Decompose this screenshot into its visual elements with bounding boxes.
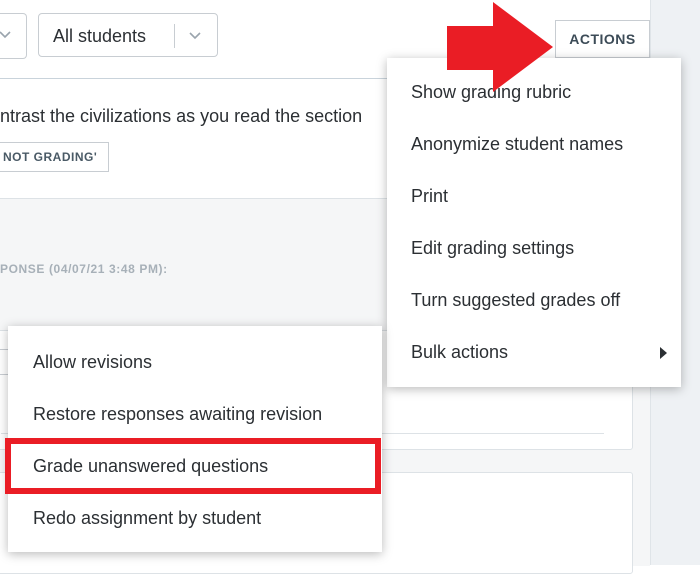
menu-item-print[interactable]: Print xyxy=(411,186,448,207)
grading-badge: NOT GRADING' xyxy=(0,142,109,172)
menu-item-redo-assignment-by-student[interactable]: Redo assignment by student xyxy=(33,508,261,529)
menu-item-turn-suggested-grades-off[interactable]: Turn suggested grades off xyxy=(411,290,620,311)
response-timestamp-label: PONSE (04/07/21 3:48 PM): xyxy=(0,262,168,276)
assignment-instruction: ntrast the civilizations as you read the… xyxy=(0,106,363,126)
chevron-down-icon xyxy=(0,27,12,46)
menu-item-edit-grading-settings[interactable]: Edit grading settings xyxy=(411,238,574,259)
menu-item-anonymize-student-names[interactable]: Anonymize student names xyxy=(411,134,623,155)
actions-button[interactable]: ACTIONS xyxy=(555,20,650,58)
caret-right-icon xyxy=(660,347,667,359)
chevron-down-icon xyxy=(187,27,203,48)
class-select[interactable] xyxy=(0,13,27,59)
student-filter-select[interactable]: All students xyxy=(38,13,218,57)
highlight-annotation xyxy=(5,438,381,494)
menu-item-bulk-actions[interactable]: Bulk actions xyxy=(411,342,508,363)
student-filter-value: All students xyxy=(53,26,147,46)
actions-menu: Show grading rubric Anonymize student na… xyxy=(387,58,681,387)
menu-item-restore-responses[interactable]: Restore responses awaiting revision xyxy=(33,404,322,425)
menu-item-allow-revisions[interactable]: Allow revisions xyxy=(33,352,152,373)
select-divider xyxy=(174,24,175,48)
red-arrow-annotation xyxy=(445,0,560,105)
